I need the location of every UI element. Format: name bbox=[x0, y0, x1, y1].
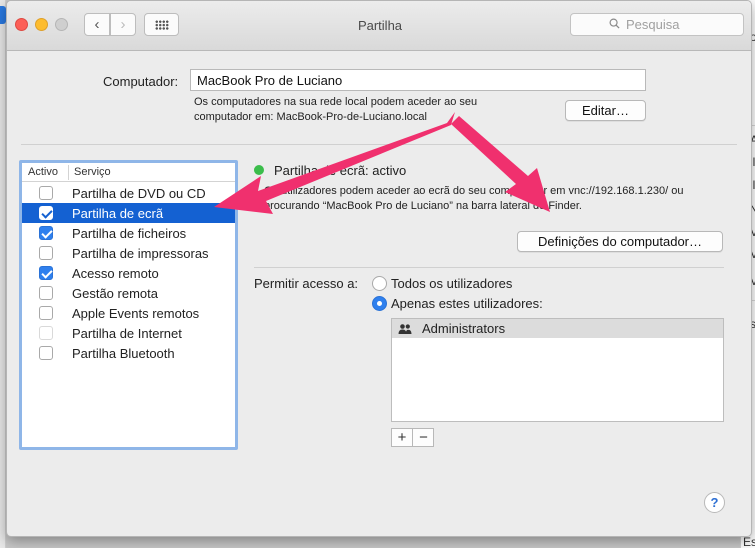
search-placeholder: Pesquisa bbox=[626, 17, 680, 32]
help-button[interactable]: ? bbox=[704, 492, 725, 513]
service-row[interactable]: Partilha de impressoras bbox=[22, 243, 235, 263]
computer-name-field[interactable]: MacBook Pro de Luciano bbox=[190, 69, 646, 91]
column-header-active[interactable]: Activo bbox=[28, 166, 58, 178]
computer-name-label: Computador: bbox=[103, 74, 179, 89]
remove-user-button[interactable]: − bbox=[413, 429, 434, 446]
service-label: Apple Events remotos bbox=[72, 306, 200, 321]
search-icon bbox=[609, 18, 620, 29]
service-list[interactable]: Activo Serviço Partilha de DVD ou CD Part… bbox=[19, 160, 238, 450]
service-label: Partilha de ecrã bbox=[72, 206, 164, 221]
user-group-name: Administrators bbox=[422, 321, 506, 336]
column-header-service[interactable]: Serviço bbox=[74, 166, 111, 178]
add-remove-control: + − bbox=[391, 428, 434, 447]
service-checkbox[interactable] bbox=[39, 306, 53, 320]
service-description: Os utilizadores podem aceder ao ecrã do … bbox=[264, 185, 684, 212]
service-row[interactable]: Partilha de DVD ou CD bbox=[22, 183, 235, 203]
service-checkbox[interactable] bbox=[39, 266, 53, 280]
service-row[interactable]: Apple Events remotos bbox=[22, 303, 235, 323]
service-row[interactable]: Partilha de ecrã bbox=[22, 203, 235, 223]
service-status-text: Partilha de ecrã: activo bbox=[274, 163, 407, 178]
service-row[interactable]: Partilha de ficheiros bbox=[22, 223, 235, 243]
service-row[interactable]: Partilha de Internet bbox=[22, 323, 235, 343]
service-checkbox bbox=[39, 326, 53, 340]
radio-all-users-label[interactable]: Todos os utilizadores bbox=[391, 276, 512, 291]
service-checkbox[interactable] bbox=[39, 186, 53, 200]
service-label: Partilha de Internet bbox=[72, 326, 182, 341]
service-list-header: Activo Serviço bbox=[22, 163, 235, 182]
radio-all-users[interactable] bbox=[372, 276, 387, 291]
status-indicator bbox=[254, 165, 264, 175]
service-label: Gestão remota bbox=[72, 286, 158, 301]
radio-only-these-users-label[interactable]: Apenas estes utilizadores: bbox=[391, 296, 543, 311]
allow-access-label: Permitir acesso a: bbox=[254, 276, 359, 291]
edit-hostname-button[interactable]: Editar… bbox=[565, 100, 646, 121]
service-label: Partilha de DVD ou CD bbox=[72, 186, 206, 201]
divider bbox=[21, 144, 737, 145]
divider bbox=[254, 267, 724, 268]
column-separator bbox=[68, 165, 69, 180]
service-label: Acesso remoto bbox=[72, 266, 159, 281]
local-hostname-info: Os computadores na sua rede local podem … bbox=[194, 96, 478, 123]
service-label: Partilha de impressoras bbox=[72, 246, 209, 261]
group-icon bbox=[398, 324, 412, 334]
service-checkbox[interactable] bbox=[39, 246, 53, 260]
service-checkbox[interactable] bbox=[39, 286, 53, 300]
service-row[interactable]: Gestão remota bbox=[22, 283, 235, 303]
service-row[interactable]: Partilha Bluetooth bbox=[22, 343, 235, 363]
service-checkbox[interactable] bbox=[39, 206, 53, 220]
service-label: Partilha de ficheiros bbox=[72, 226, 187, 241]
computer-settings-button[interactable]: Definições do computador… bbox=[517, 231, 723, 252]
service-checkbox[interactable] bbox=[39, 226, 53, 240]
search-input[interactable]: Pesquisa bbox=[570, 13, 744, 36]
add-user-button[interactable]: + bbox=[392, 429, 413, 446]
list-item[interactable]: Administrators bbox=[392, 319, 723, 338]
service-row[interactable]: Acesso remoto bbox=[22, 263, 235, 283]
sharing-window: ‹ › Partilha Pesquisa Computador: MacBoo… bbox=[6, 0, 752, 537]
service-checkbox[interactable] bbox=[39, 346, 53, 360]
service-label: Partilha Bluetooth bbox=[72, 346, 175, 361]
users-list[interactable]: Administrators bbox=[391, 318, 724, 422]
radio-only-these-users[interactable] bbox=[372, 296, 387, 311]
title-bar: ‹ › Partilha Pesquisa bbox=[7, 1, 751, 51]
